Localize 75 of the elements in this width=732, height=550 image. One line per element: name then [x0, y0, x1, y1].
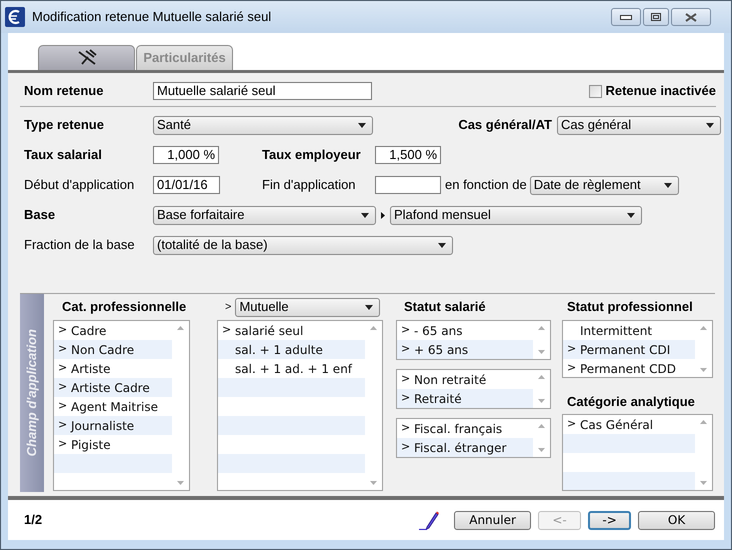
- minimize-button[interactable]: [611, 8, 641, 26]
- scroll-up-icon: [538, 326, 545, 330]
- field-label: Début d'application: [24, 176, 136, 194]
- text-field[interactable]: 1,000 %: [153, 146, 219, 164]
- scroll-down-icon: [538, 448, 545, 452]
- field-label: Cas général/AT: [458, 116, 552, 134]
- page-indicator: 1/2: [24, 511, 42, 530]
- list-item[interactable]: > Retraité: [397, 389, 533, 408]
- field-label: Retenue inactivée: [605, 82, 716, 100]
- pencil-icon: [419, 510, 440, 530]
- caret-icon: [358, 122, 366, 128]
- column-header: Statut professionnel: [566, 298, 694, 316]
- arrow-mark: >: [225, 300, 232, 315]
- checkbox[interactable]: [589, 84, 602, 98]
- scroll-down-icon: [370, 481, 377, 485]
- field-label: Taux employeur: [262, 146, 362, 164]
- field-label: en fonction de: [445, 176, 527, 194]
- scroll-up-icon: [700, 420, 707, 424]
- button[interactable]: ->: [588, 510, 632, 530]
- text-field[interactable]: Mutuelle salarié seul: [153, 82, 372, 100]
- dropdown[interactable]: Cas général: [557, 116, 721, 134]
- scroll-down-icon: [700, 368, 707, 372]
- caret-icon: [365, 304, 374, 310]
- scroll-down-icon: [177, 481, 184, 485]
- list-item[interactable]: > + 65 ans: [397, 340, 533, 359]
- list-item[interactable]: sal. + 1 adulte: [218, 340, 365, 359]
- maximize-icon: [651, 13, 661, 21]
- field-label: Taux salarial: [24, 146, 103, 164]
- caret-icon: [627, 212, 635, 218]
- caret-icon: [361, 212, 369, 218]
- text-field[interactable]: [375, 176, 441, 194]
- button[interactable]: Annuler: [454, 510, 532, 530]
- dropdown[interactable]: Base forfaitaire: [153, 206, 376, 224]
- field-label: Type retenue: [24, 116, 105, 134]
- maximize-button[interactable]: [643, 8, 669, 26]
- scroll-up-icon: [177, 326, 184, 330]
- dropdown[interactable]: Date de règlement: [530, 176, 679, 194]
- chair-icon: [76, 49, 98, 67]
- caret-icon: [438, 242, 446, 248]
- field-label: Base: [24, 206, 56, 224]
- close-icon: [685, 12, 697, 22]
- text-field[interactable]: 01/01/16: [153, 176, 220, 194]
- minimize-icon: [620, 14, 632, 20]
- button[interactable]: OK: [638, 510, 716, 530]
- field-label: Nom retenue: [24, 82, 104, 100]
- window-title: Modification retenue Mutuelle salarié seul: [32, 8, 272, 26]
- field-label: Fin d'application: [262, 176, 357, 194]
- arrow-icon: [381, 212, 385, 218]
- dropdown[interactable]: (totalité de la base): [153, 236, 453, 254]
- panel-title: Champ d'application: [23, 329, 40, 457]
- dropdown[interactable]: Plafond mensuel: [390, 206, 642, 224]
- scroll-up-icon: [538, 375, 545, 379]
- list-item[interactable]: > Fiscal. étranger: [397, 438, 533, 457]
- close-button[interactable]: [671, 8, 711, 26]
- scroll-up-icon: [370, 326, 377, 330]
- caret-icon: [706, 122, 714, 128]
- scroll-down-icon: [538, 399, 545, 403]
- scroll-up-icon: [700, 326, 707, 330]
- text-field[interactable]: 1,500 %: [375, 146, 441, 164]
- dropdown[interactable]: Santé: [153, 116, 373, 134]
- column-header: Catégorie analytique: [566, 393, 696, 412]
- scroll-down-icon: [538, 350, 545, 354]
- app-icon: [5, 7, 25, 27]
- scroll-down-icon: [700, 481, 707, 485]
- scroll-up-icon: [538, 424, 545, 428]
- caret-icon: [664, 182, 672, 188]
- tab[interactable]: [38, 45, 135, 70]
- list-item[interactable]: > Non Cadre: [54, 340, 172, 359]
- field-label: Fraction de la base: [24, 236, 136, 254]
- dropdown[interactable]: Mutuelle: [235, 298, 380, 316]
- column-header: Cat. professionnelle: [61, 298, 188, 316]
- list-item[interactable]: > Permanent CDI: [563, 340, 695, 359]
- list-item[interactable]: > Artiste Cadre: [54, 378, 172, 397]
- column-header: Statut salarié: [403, 298, 487, 316]
- list-item[interactable]: > Journaliste: [54, 416, 172, 435]
